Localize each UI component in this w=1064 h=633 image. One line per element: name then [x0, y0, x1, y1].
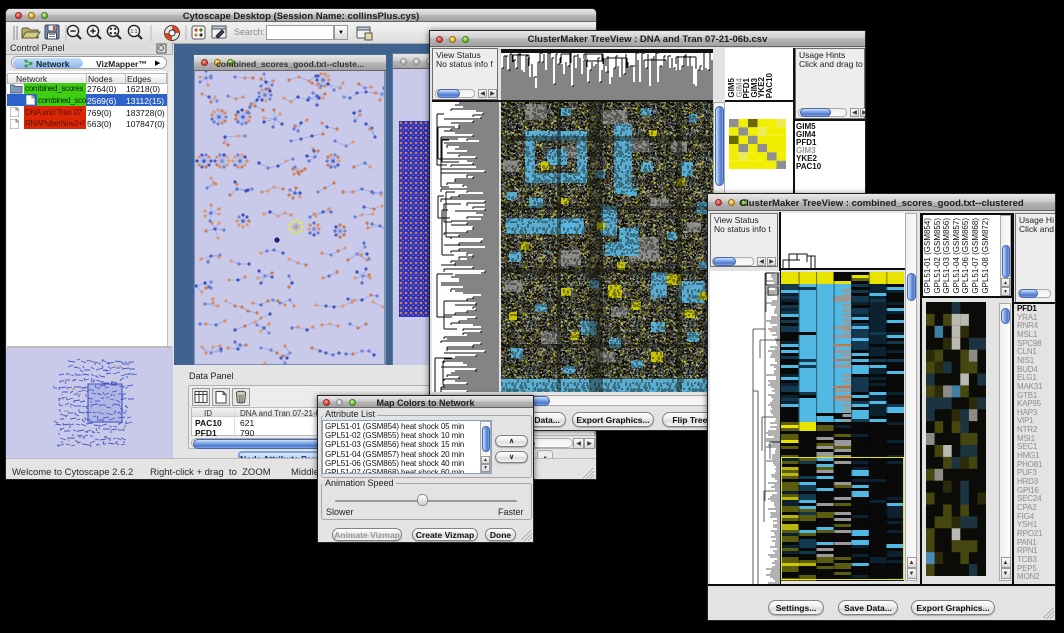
- svg-text:1:1: 1:1: [131, 29, 138, 35]
